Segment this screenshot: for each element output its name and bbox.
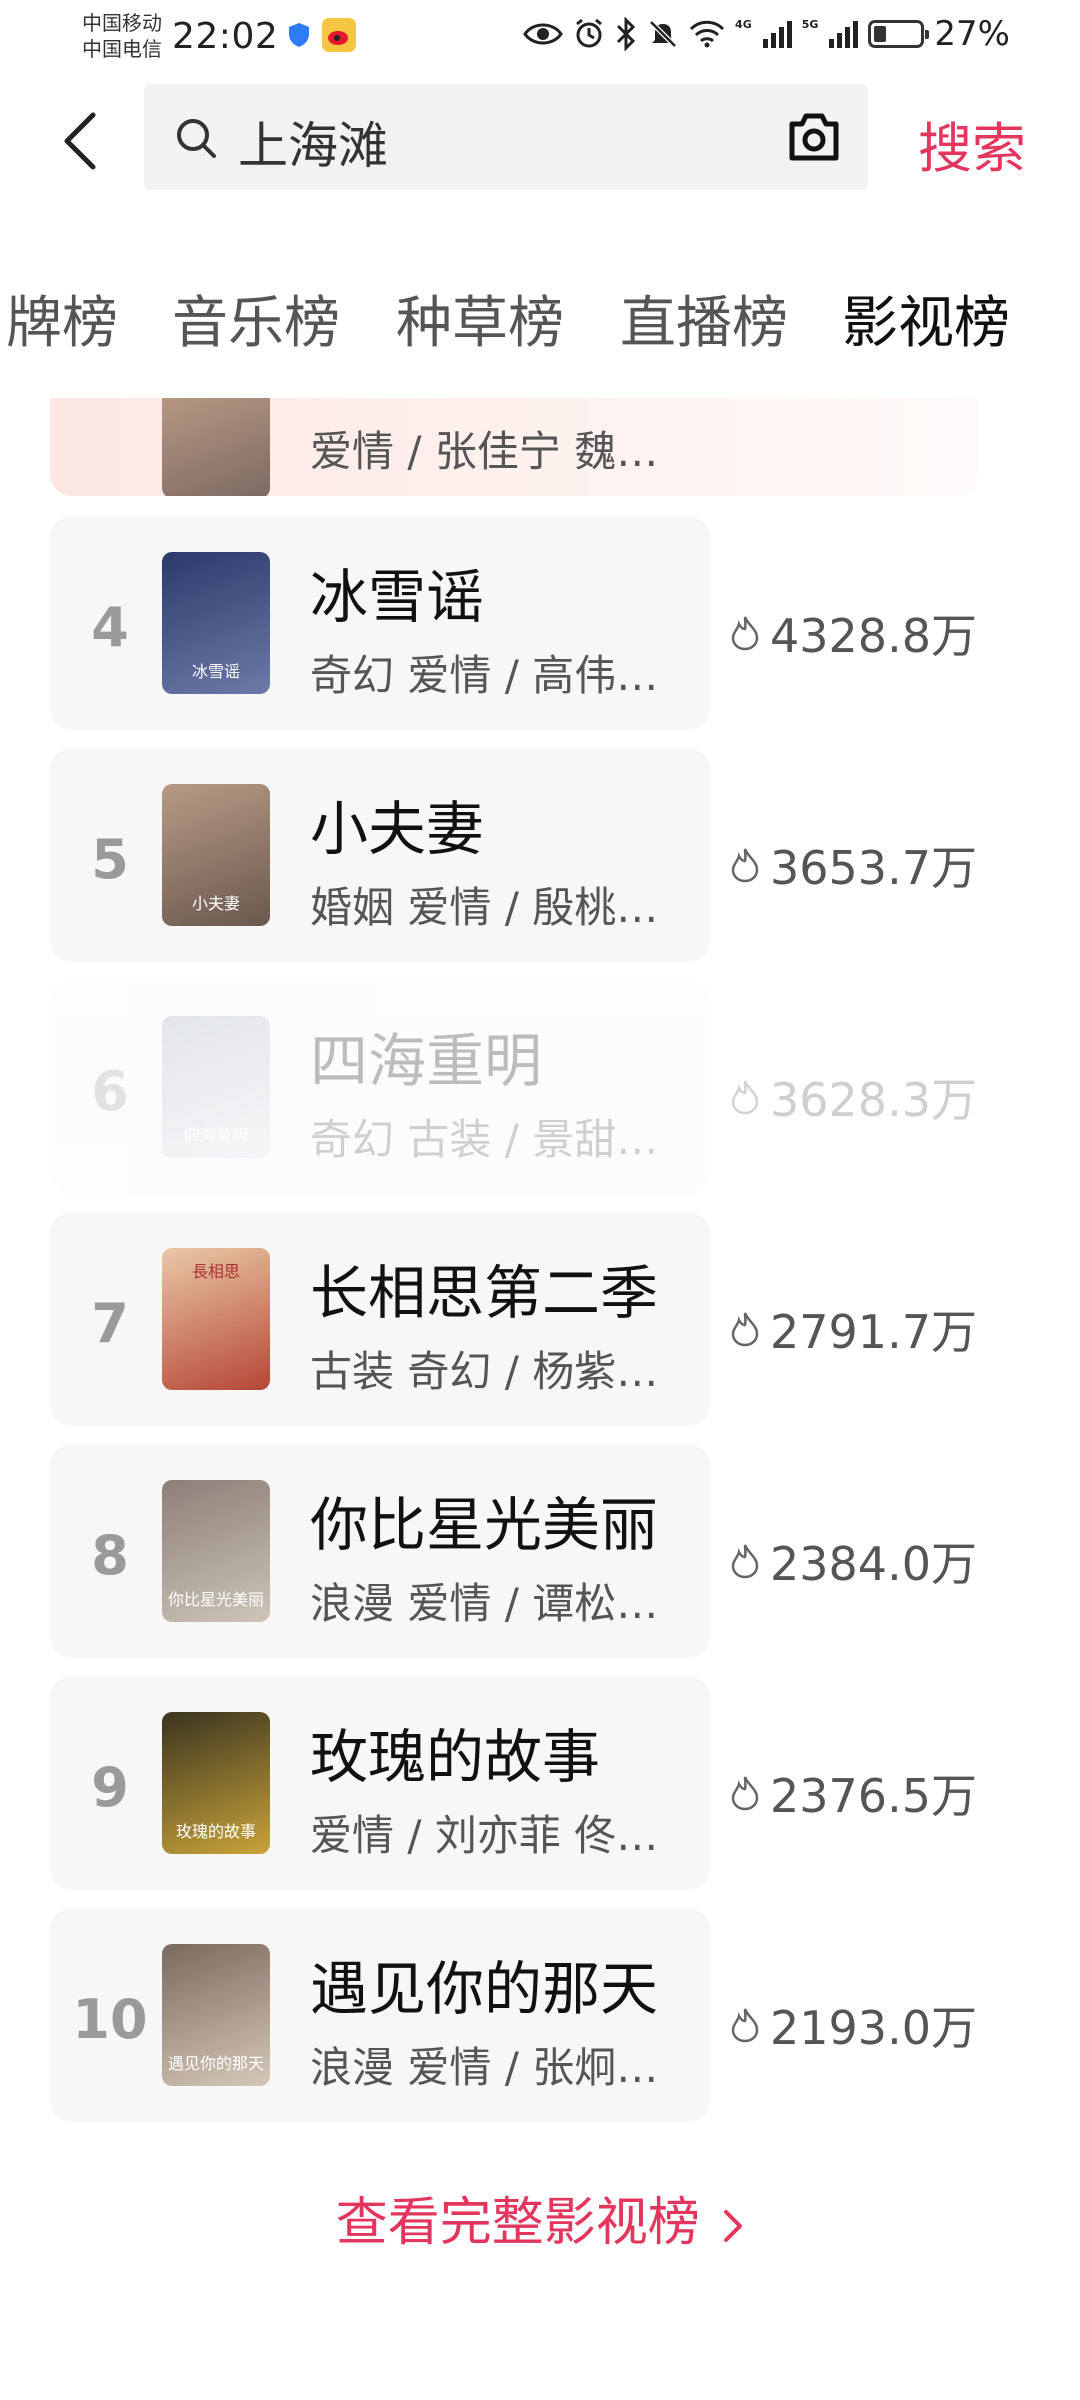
- list-item[interactable]: 9 玫瑰的故事 玫瑰的故事 爱情 / 刘亦菲 佟… 2376.5万: [50, 1676, 977, 1890]
- rank-number: 9: [91, 1756, 129, 1819]
- heat-text: 2791.7万: [770, 1305, 977, 1359]
- view-full-ranking-link[interactable]: 查看完整影视榜: [0, 2180, 1080, 2255]
- item-title: 长相思第二季: [310, 1259, 659, 1327]
- heat-text: 3653.7万: [770, 841, 977, 895]
- item-title: 冰雪谣: [310, 563, 485, 631]
- list-item[interactable]: 4 冰雪谣 冰雪谣 奇幻 爱情 / 高伟… 4328.8万: [50, 516, 977, 730]
- poster-image: 小夫妻: [162, 784, 270, 926]
- heat-value: 2384.0万: [730, 1528, 977, 1594]
- flame-icon: [731, 848, 759, 883]
- poster-image: 長相思: [162, 1248, 270, 1390]
- flame-icon: [731, 1776, 759, 1811]
- heat-value: 2193.0万: [730, 1992, 977, 2058]
- poster-image: 玫瑰的故事: [162, 1712, 270, 1854]
- item-tags: 奇幻 爱情 / 高伟…: [310, 651, 659, 700]
- item-tags: 古装 奇幻 / 杨紫…: [310, 1347, 659, 1396]
- item-title: 玫瑰的故事: [310, 1723, 601, 1791]
- poster-caption: 冰雪谣: [191, 662, 240, 681]
- item-title: 遇见你的那天: [310, 1955, 659, 2023]
- rank-number: 6: [91, 1060, 129, 1123]
- heat-value: 3653.7万: [730, 832, 977, 898]
- heat-value: 2791.7万: [730, 1296, 977, 1362]
- list-item[interactable]: 10 遇见你的那天 遇见你的那天 浪漫 爱情 / 张炯… 2193.0万: [50, 1908, 977, 2122]
- item-tags: 爱情 / 张佳宁 魏…: [310, 427, 659, 476]
- flame-icon: [731, 2008, 759, 2043]
- poster-caption: 長相思: [191, 1262, 240, 1281]
- rank-number: 4: [91, 596, 129, 659]
- heat-value: 2376.5万: [730, 1760, 977, 1826]
- view-full-ranking-label: 查看完整影视榜: [335, 2193, 700, 2253]
- list-item[interactable]: 5 小夫妻 小夫妻 婚姻 爱情 / 殷桃… 3653.7万: [50, 748, 977, 962]
- flame-icon: [731, 1544, 759, 1579]
- list-item[interactable]: 爱情 / 张佳宁 魏…: [50, 398, 978, 496]
- poster-caption: 遇见你的那天: [167, 2054, 264, 2073]
- item-tags: 浪漫 爱情 / 张炯…: [310, 2043, 659, 2092]
- poster-caption: 小夫妻: [191, 894, 240, 913]
- item-tags: 浪漫 爱情 / 谭松…: [310, 1579, 659, 1628]
- heat-text: 2193.0万: [770, 2001, 977, 2055]
- item-title: 小夫妻: [310, 795, 485, 863]
- heat-value: 3628.3万: [730, 1064, 977, 1130]
- poster-image: [162, 398, 270, 496]
- flame-icon: [731, 616, 759, 651]
- poster-caption: 你比星光美丽: [167, 1590, 264, 1609]
- heat-value: 4328.8万: [730, 600, 977, 666]
- chevron-right-icon: [724, 2210, 743, 2242]
- poster-caption: 玫瑰的故事: [175, 1822, 256, 1841]
- rank-number: 5: [91, 828, 129, 891]
- flame-icon: [731, 1312, 759, 1347]
- heat-text: 2384.0万: [770, 1537, 977, 1591]
- item-tags: 爱情 / 刘亦菲 佟…: [310, 1811, 659, 1860]
- poster-image: 四海重明: [162, 1016, 270, 1158]
- list-item[interactable]: 6 四海重明 四海重明 奇幻 古装 / 景甜… 3628.3万: [50, 980, 977, 1194]
- rank-number: 10: [72, 1988, 148, 2051]
- list-item[interactable]: 7 長相思 长相思第二季 古装 奇幻 / 杨紫… 2791.7万: [50, 1212, 977, 1426]
- list-item[interactable]: 8 你比星光美丽 你比星光美丽 浪漫 爱情 / 谭松… 2384.0万: [50, 1444, 977, 1658]
- rank-number: 7: [91, 1292, 129, 1355]
- poster-image: 遇见你的那天: [162, 1944, 270, 2086]
- ranking-list: 爱情 / 张佳宁 魏… 4 冰雪谣 冰雪谣 奇幻 爱情 / 高伟… 4328.8…: [0, 0, 1080, 2400]
- item-tags: 奇幻 古装 / 景甜…: [310, 1115, 659, 1164]
- flame-icon: [731, 1080, 759, 1115]
- item-tags: 婚姻 爱情 / 殷桃…: [310, 883, 659, 932]
- item-title: 四海重明: [310, 1027, 543, 1095]
- heat-text: 3628.3万: [770, 1073, 977, 1127]
- heat-text: 4328.8万: [770, 609, 977, 663]
- rank-number: 8: [91, 1524, 129, 1587]
- heat-text: 2376.5万: [770, 1769, 977, 1823]
- poster-image: 你比星光美丽: [162, 1480, 270, 1622]
- item-title: 你比星光美丽: [310, 1491, 659, 1559]
- poster-caption: 四海重明: [183, 1126, 248, 1145]
- poster-image: 冰雪谣: [162, 552, 270, 694]
